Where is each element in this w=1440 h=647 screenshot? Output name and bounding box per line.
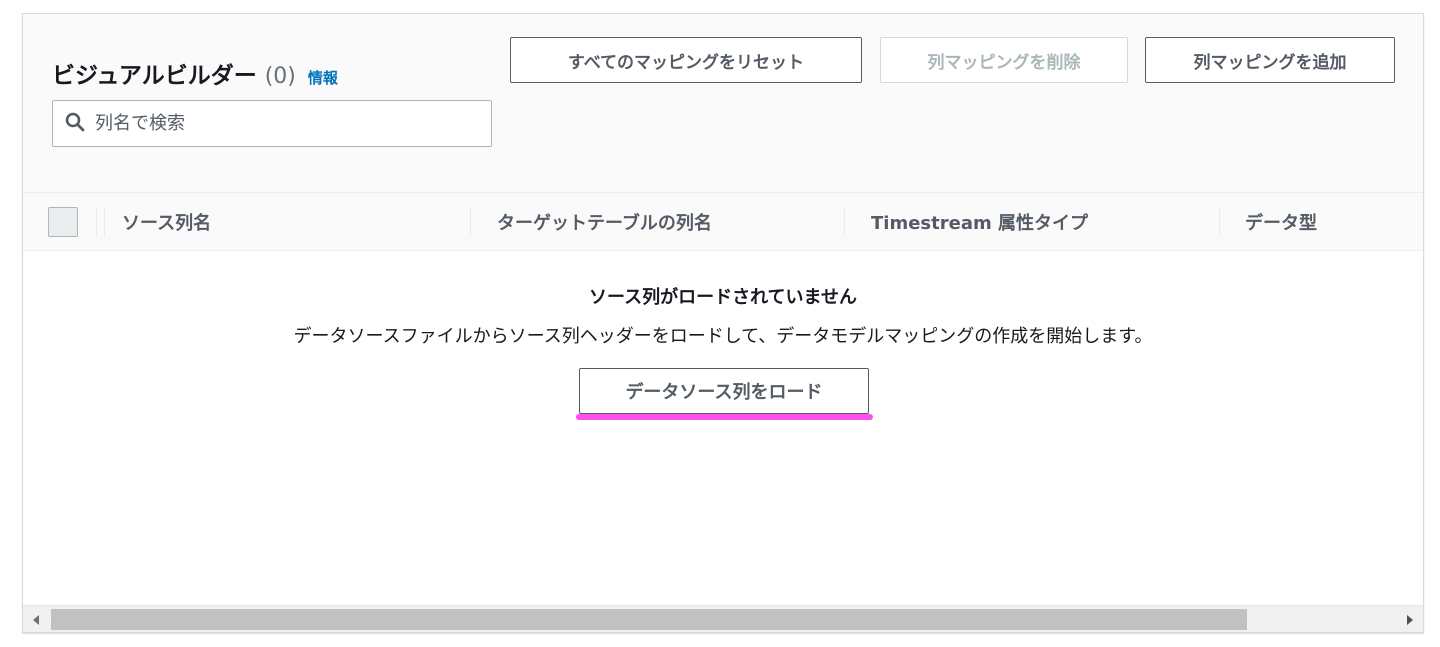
add-column-mapping-button[interactable]: 列マッピングを追加 (1145, 37, 1395, 83)
panel-title: ビジュアルビルダー (0) 情報 (52, 56, 338, 89)
search-box[interactable] (52, 100, 492, 147)
title-text: ビジュアルビルダー (52, 63, 257, 89)
scroll-right-arrow-icon[interactable] (1399, 606, 1421, 632)
column-header-attribute-type[interactable]: Timestream 属性タイプ (871, 193, 1088, 250)
load-source-columns-button[interactable]: データソース列をロード (579, 368, 869, 414)
empty-state-title: ソース列がロードされていません (588, 287, 858, 308)
panel-header: ビジュアルビルダー (0) 情報 すべてのマッピングをリセット 列マッピングを削… (23, 14, 1423, 192)
delete-column-mapping-button[interactable]: 列マッピングを削除 (880, 37, 1128, 83)
select-all-checkbox[interactable] (48, 207, 78, 237)
empty-state: ソース列がロードされていません データソースファイルからソース列ヘッダーをロード… (23, 251, 1423, 601)
scrollbar-thumb[interactable] (51, 609, 1247, 630)
info-link[interactable]: 情報 (308, 67, 338, 88)
column-divider (96, 207, 97, 237)
title-count: (0) (264, 64, 296, 89)
column-divider (844, 207, 845, 237)
column-header-source[interactable]: ソース列名 (122, 193, 211, 250)
empty-state-description: データソースファイルからソース列ヘッダーをロードして、データモデルマッピングの作… (293, 326, 1153, 347)
table-header: ソース列名 ターゲットテーブルの列名 Timestream 属性タイプ データ型 (23, 192, 1423, 251)
column-header-data-type[interactable]: データ型 (1245, 193, 1317, 250)
search-icon (65, 112, 85, 136)
column-divider (1219, 207, 1220, 237)
highlight-underline (576, 414, 873, 420)
search-input[interactable] (95, 113, 475, 134)
visual-builder-panel: ビジュアルビルダー (0) 情報 すべてのマッピングをリセット 列マッピングを削… (22, 13, 1424, 633)
column-divider (104, 207, 105, 237)
scroll-left-arrow-icon[interactable] (25, 606, 47, 632)
column-divider (470, 207, 471, 237)
reset-all-mappings-button[interactable]: すべてのマッピングをリセット (510, 37, 862, 83)
column-header-target[interactable]: ターゲットテーブルの列名 (497, 193, 712, 250)
horizontal-scrollbar[interactable] (23, 605, 1423, 632)
